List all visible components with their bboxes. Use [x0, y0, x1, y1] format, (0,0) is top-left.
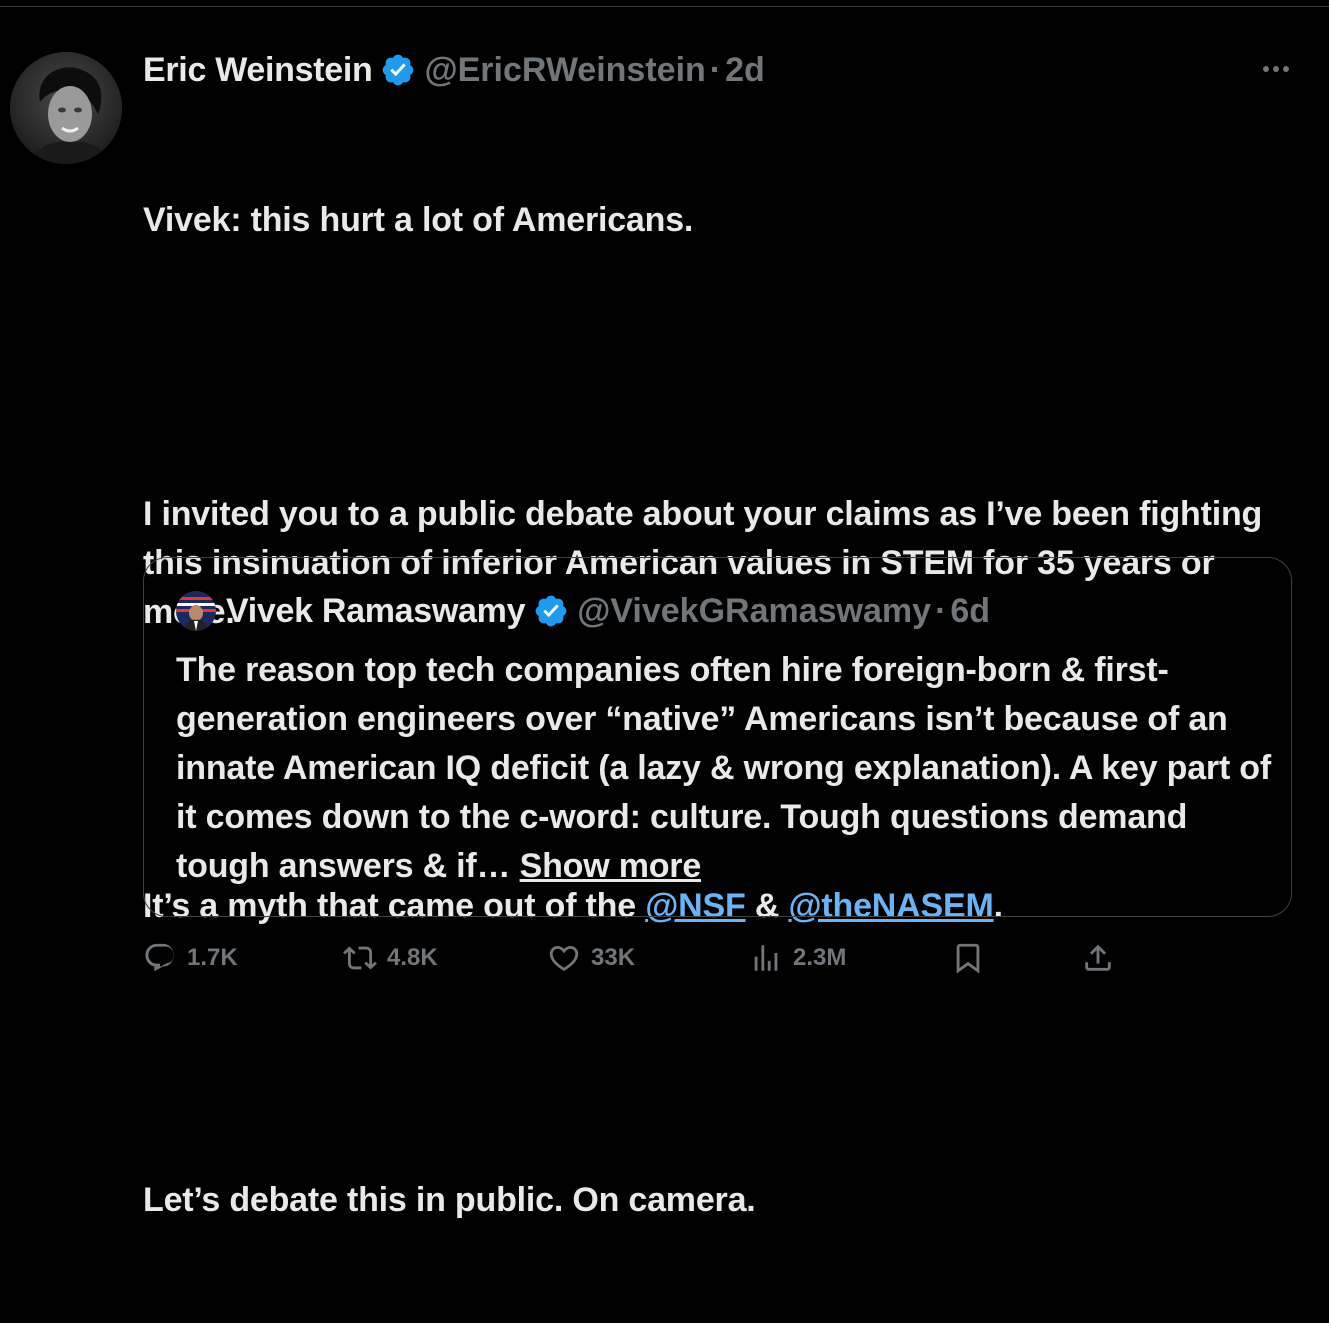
repost-icon [343, 946, 377, 970]
verified-badge-icon[interactable] [380, 52, 416, 88]
verified-badge-icon[interactable] [533, 593, 569, 629]
avatar[interactable] [10, 52, 122, 164]
quote-text: The reason top tech companies often hire… [176, 651, 1272, 885]
share-icon [1085, 944, 1111, 971]
tweet-line-1: Vivek: this hurt a lot of Americans. [143, 201, 694, 239]
tweet-paragraph-4: Let’s debate this in public. On camera. [143, 1181, 756, 1219]
tweet[interactable]: Eric Weinstein @EricRWeinstein · 2d Vive… [0, 0, 1329, 1219]
views-button[interactable]: 2.3M [749, 938, 846, 978]
timestamp[interactable]: 2d [725, 51, 765, 90]
show-more-link[interactable]: Show more [520, 847, 702, 885]
like-icon [549, 945, 579, 971]
quoted-tweet[interactable]: Vivek Ramaswamy @VivekGRamaswamy · 6d Th… [143, 557, 1292, 917]
views-icon [754, 945, 778, 971]
separator-dot: · [709, 50, 722, 89]
separator-dot: · [935, 591, 947, 630]
action-bar: 1.7K 4.8K 33K 2.3M [143, 938, 1143, 978]
quote-timestamp[interactable]: 6d [950, 592, 990, 631]
author-handle[interactable]: @EricRWeinstein [424, 51, 705, 90]
quote-body: The reason top tech companies often hire… [176, 646, 1271, 891]
view-count: 2.3M [793, 944, 847, 971]
share-button[interactable] [1081, 938, 1123, 978]
tweet-header: Eric Weinstein @EricRWeinstein · 2d [143, 48, 765, 92]
like-count: 33K [591, 944, 636, 971]
reply-button[interactable]: 1.7K [143, 938, 238, 978]
quote-author-name[interactable]: Vivek Ramaswamy [226, 592, 526, 631]
quote-author-handle[interactable]: @VivekGRamaswamy [577, 592, 931, 631]
quote-avatar[interactable] [176, 591, 216, 631]
repost-count: 4.8K [387, 944, 438, 971]
reply-icon [145, 943, 174, 972]
repost-button[interactable]: 4.8K [343, 938, 438, 978]
bookmark-icon [956, 943, 980, 974]
author-name[interactable]: Eric Weinstein [143, 51, 373, 90]
bookmark-button[interactable] [951, 938, 993, 978]
more-icon[interactable] [1258, 54, 1294, 84]
quote-header: Vivek Ramaswamy @VivekGRamaswamy · 6d [226, 588, 990, 634]
reply-count: 1.7K [187, 944, 238, 971]
like-button[interactable]: 33K [547, 938, 635, 978]
